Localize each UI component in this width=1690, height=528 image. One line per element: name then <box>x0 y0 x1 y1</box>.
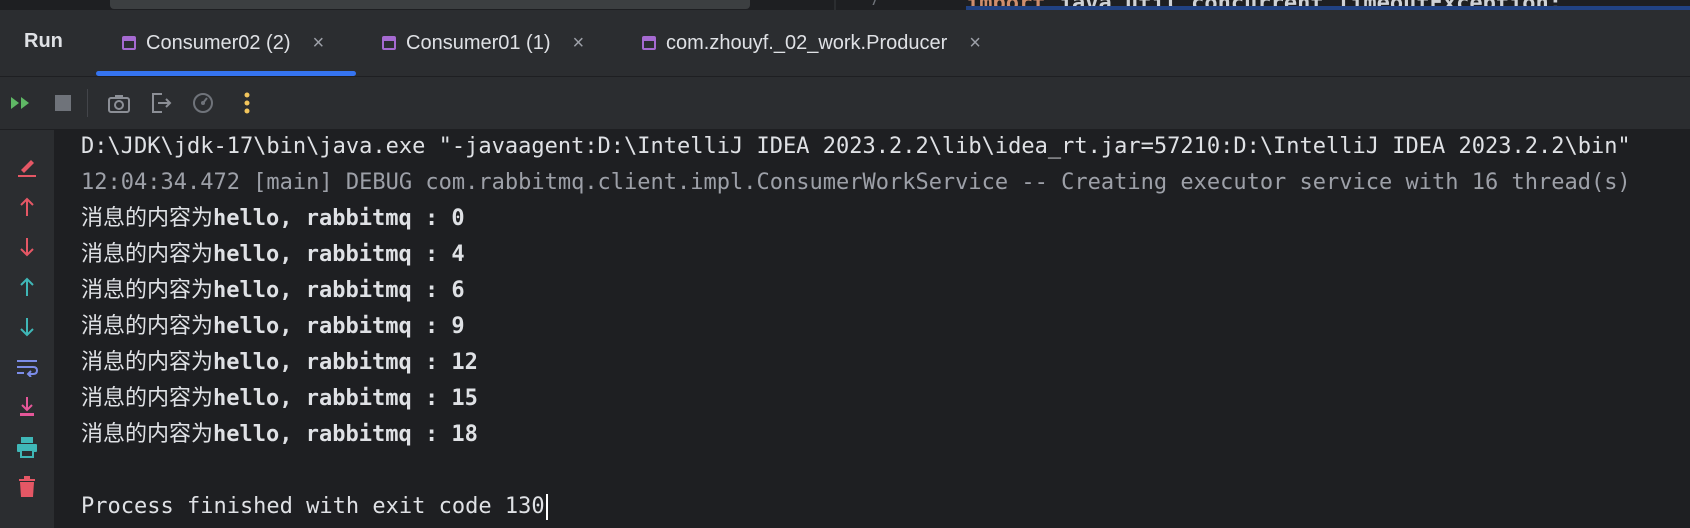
console-line: 消息的内容为hello, rabbitmq : 15 <box>81 384 478 414</box>
run-toolbar <box>0 77 1690 129</box>
message-prefix: 消息的内容为 <box>81 422 214 447</box>
exit-code-line: Process finished with exit code 130 <box>81 492 548 522</box>
run-tab-bar: Run Consumer02 (2) × Consumer01 (1) × co… <box>0 10 1690 77</box>
editor-peek-strip: 7 import java.util.concurrent.TimeoutExc… <box>0 0 1690 16</box>
console-output[interactable]: D:\JDK\jdk-17\bin\java.exe "-javaagent:D… <box>54 130 1690 528</box>
text-caret <box>545 494 548 520</box>
clear-icon[interactable] <box>14 154 40 180</box>
console-line: 消息的内容为hello, rabbitmq : 18 <box>81 420 478 450</box>
horizontal-scrollbar[interactable] <box>110 0 750 9</box>
toolbar-separator <box>87 89 88 117</box>
message-prefix: 消息的内容为 <box>81 314 214 339</box>
up-red-icon[interactable] <box>14 194 40 220</box>
message-text: hello, rabbitmq : 6 <box>213 278 465 303</box>
tab-label: Consumer01 (1) <box>406 31 551 54</box>
down-red-icon[interactable] <box>14 234 40 260</box>
console-line: 消息的内容为hello, rabbitmq : 9 <box>81 312 465 342</box>
message-text: hello, rabbitmq : 18 <box>213 422 478 447</box>
scroll-to-end-icon[interactable] <box>14 394 40 420</box>
message-text: hello, rabbitmq : 4 <box>213 242 465 267</box>
rerun-icon[interactable] <box>8 90 34 116</box>
close-icon[interactable]: × <box>969 32 981 55</box>
exit-icon[interactable] <box>148 90 174 116</box>
attach-debugger-icon[interactable] <box>190 90 216 116</box>
up-stack-icon[interactable] <box>14 274 40 300</box>
tab-label: Consumer02 (2) <box>146 31 291 54</box>
message-prefix: 消息的内容为 <box>81 242 214 267</box>
tab-consumer01[interactable]: Consumer01 (1) × <box>382 10 584 76</box>
run-panel-title: Run <box>24 30 63 52</box>
tab-label: com.zhouyf._02_work.Producer <box>666 31 948 54</box>
tab-producer[interactable]: com.zhouyf._02_work.Producer × <box>642 10 981 76</box>
active-tab-indicator <box>96 71 356 76</box>
stop-icon[interactable] <box>50 90 76 116</box>
editor-line-number: 7 <box>870 0 880 9</box>
exit-message: Process finished with exit code 130 <box>81 494 545 519</box>
soft-wrap-icon[interactable] <box>14 354 40 380</box>
tab-consumer02[interactable]: Consumer02 (2) × <box>96 10 356 76</box>
application-icon <box>382 36 396 50</box>
trash-icon[interactable] <box>14 474 40 500</box>
message-text: hello, rabbitmq : 9 <box>213 314 465 339</box>
down-stack-icon[interactable] <box>14 314 40 340</box>
screenshot-icon[interactable] <box>106 90 132 116</box>
console-side-toolbar <box>0 130 54 528</box>
editor-divider <box>834 0 836 10</box>
application-icon <box>642 36 656 50</box>
print-icon[interactable] <box>14 434 40 460</box>
console-line: 消息的内容为hello, rabbitmq : 6 <box>81 276 465 306</box>
message-text: hello, rabbitmq : 12 <box>213 350 478 375</box>
message-text: hello, rabbitmq : 15 <box>213 386 478 411</box>
application-icon <box>122 36 136 50</box>
message-prefix: 消息的内容为 <box>81 206 214 231</box>
command-line: D:\JDK\jdk-17\bin\java.exe "-javaagent:D… <box>81 134 1631 159</box>
message-prefix: 消息的内容为 <box>81 386 214 411</box>
close-icon[interactable]: × <box>573 32 585 55</box>
more-options-icon[interactable] <box>234 90 260 116</box>
close-icon[interactable]: × <box>313 32 325 55</box>
message-prefix: 消息的内容为 <box>81 278 214 303</box>
message-text: hello, rabbitmq : 0 <box>213 206 465 231</box>
debug-log-line: 12:04:34.472 [main] DEBUG com.rabbitmq.c… <box>81 170 1631 195</box>
console-line: 消息的内容为hello, rabbitmq : 4 <box>81 240 465 270</box>
message-prefix: 消息的内容为 <box>81 350 214 375</box>
console-line: 消息的内容为hello, rabbitmq : 12 <box>81 348 478 378</box>
console-line: 消息的内容为hello, rabbitmq : 0 <box>81 204 465 234</box>
